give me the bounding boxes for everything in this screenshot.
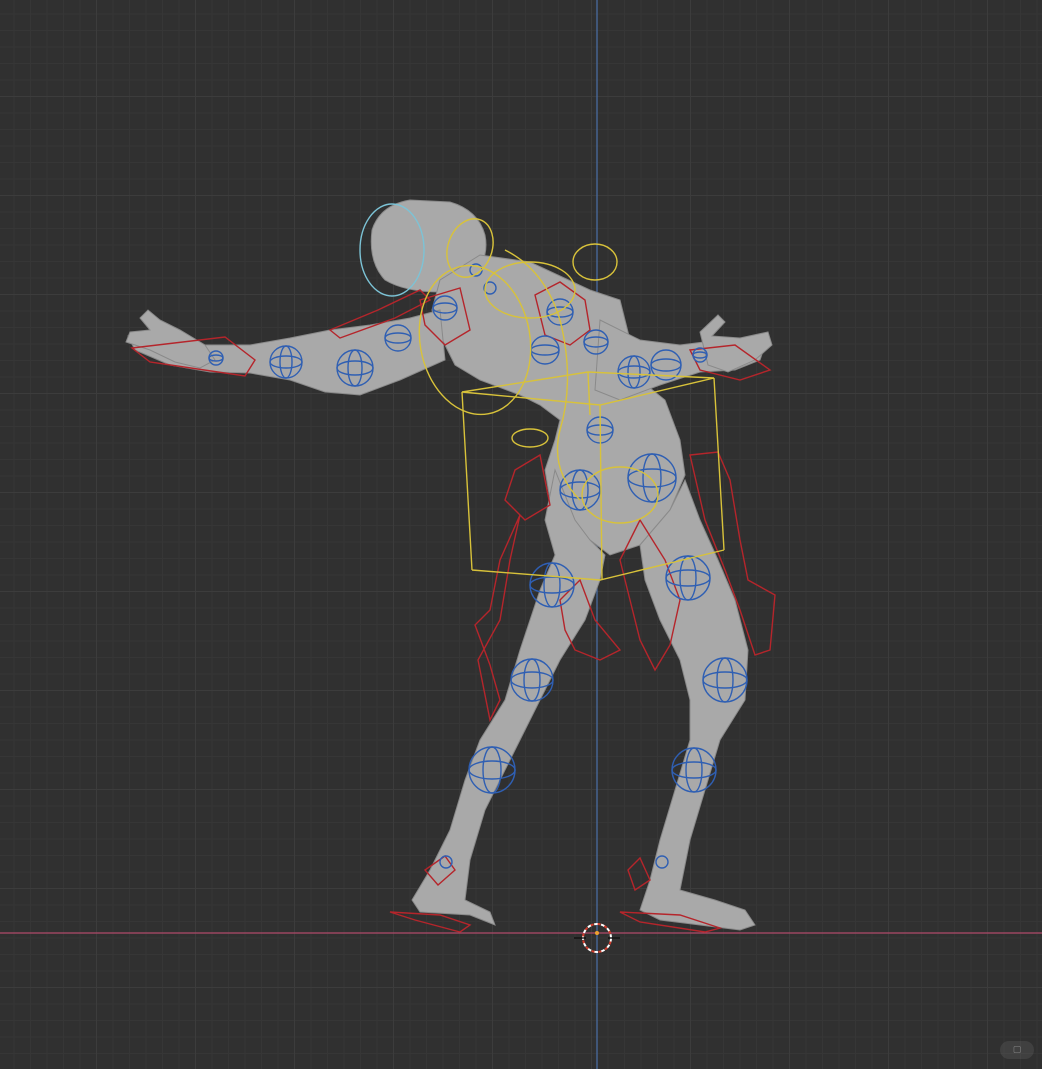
3d-viewport[interactable]: ▢ [0, 0, 1042, 1069]
xiaohongshu-logo: ▢ [1000, 1041, 1034, 1059]
waist-loop-control[interactable] [511, 428, 549, 448]
ik-control-spine-fk[interactable] [504, 453, 551, 521]
mesh-leg-left [411, 468, 606, 926]
character-mesh[interactable] [125, 199, 773, 931]
upper-spine-control[interactable] [572, 243, 618, 281]
scene-canvas[interactable] [0, 0, 1042, 1069]
mesh-hand-left [125, 309, 216, 369]
